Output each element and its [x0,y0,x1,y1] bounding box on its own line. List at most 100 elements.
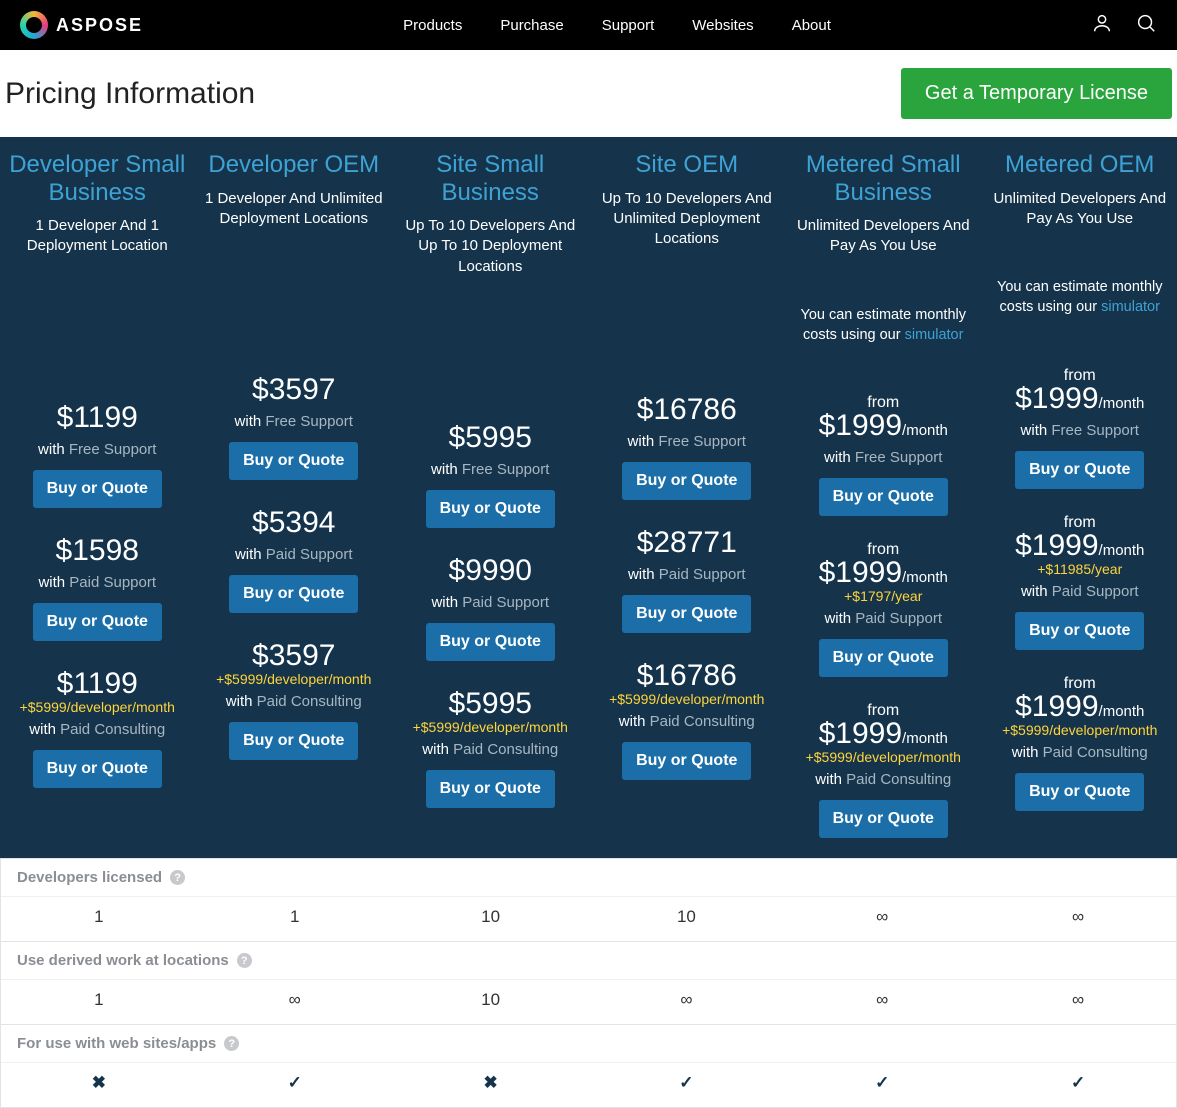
support-type: Paid Support [69,574,156,591]
support-line: with Paid Consulting [6,721,189,738]
buy-button[interactable]: Buy or Quote [229,575,358,613]
price-addon: +$5999/developer/month [203,671,386,687]
buy-button[interactable]: Buy or Quote [622,462,751,500]
price-period: /month [1099,395,1145,412]
page-title: Pricing Information [5,77,255,111]
help-icon[interactable]: ? [170,870,185,885]
buy-button[interactable]: Buy or Quote [819,800,948,838]
support-line: with Paid Support [6,574,189,591]
feature-cell: ∞ [784,990,980,1010]
simulator-link[interactable]: simulator [1101,299,1160,315]
help-icon[interactable]: ? [237,953,252,968]
buy-button[interactable]: Buy or Quote [33,603,162,641]
support-line: with Paid Support [989,583,1172,600]
plan-2: Site Small BusinessUp To 10 Developers A… [393,137,588,858]
buy-button[interactable]: Buy or Quote [622,742,751,780]
buy-button[interactable]: Buy or Quote [1015,451,1144,489]
price-addon: +$5999/developer/month [792,749,975,765]
support-type: Free Support [265,413,353,430]
price: $9990 [449,554,532,588]
buy-button[interactable]: Buy or Quote [426,770,555,808]
support-type: Free Support [658,433,746,450]
feature-label-text: For use with web sites/apps [17,1035,216,1052]
price: $16786 [637,659,737,693]
buy-button[interactable]: Buy or Quote [819,639,948,677]
buy-button[interactable]: Buy or Quote [229,442,358,480]
support-line: with Paid Support [596,566,779,583]
simulator-link[interactable]: simulator [905,327,964,343]
buy-button[interactable]: Buy or Quote [622,595,751,633]
plan-0: Developer Small Business1 Developer And … [0,137,195,858]
topbar: ASPOSE Products Purchase Support Websites Ab… [0,0,1177,50]
tier-1: $1598with Paid SupportBuy or Quote [6,534,189,641]
tier-0: from$1999/monthwith Free SupportBuy or Q… [989,368,1172,489]
feature-cell: ✓ [784,1073,980,1093]
plan-title[interactable]: Metered OEM [989,151,1172,179]
plan-title[interactable]: Metered Small Business [792,151,975,206]
support-line: with Paid Consulting [989,744,1172,761]
price: $1999 [819,556,902,590]
buy-button[interactable]: Buy or Quote [426,623,555,661]
plan-desc: Unlimited Developers And Pay As You Use [989,189,1172,230]
brand-name: ASPOSE [56,15,143,36]
support-line: with Paid Consulting [792,771,975,788]
cross-icon: ✖ [92,1073,106,1093]
price: $1199 [57,401,138,435]
tier-1: from$1999/month+$1797/yearwith Paid Supp… [792,542,975,677]
header-actions [1091,12,1157,39]
buy-button[interactable]: Buy or Quote [33,470,162,508]
price-period: /month [1099,542,1145,559]
temporary-license-button[interactable]: Get a Temporary License [901,68,1172,119]
plan-3: Site OEMUp To 10 Developers And Unlimite… [590,137,785,858]
price: $28771 [637,526,737,560]
plan-title[interactable]: Developer OEM [203,151,386,179]
support-line: with Paid Consulting [596,713,779,730]
buy-button[interactable]: Buy or Quote [33,750,162,788]
title-bar: Pricing Information Get a Temporary Lice… [0,50,1177,137]
support-type: Paid Consulting [1043,744,1148,761]
price: $5394 [252,506,335,540]
support-line: with Paid Consulting [203,693,386,710]
support-line: with Paid Support [792,610,975,627]
buy-button[interactable]: Buy or Quote [1015,612,1144,650]
support-type: Paid Support [855,610,942,627]
tier-2: from$1999/month+$5999/developer/monthwit… [989,676,1172,811]
help-icon[interactable]: ? [224,1036,239,1051]
check-icon: ✓ [288,1073,302,1093]
feature-label-1: Use derived work at locations? [1,941,1176,979]
support-type: Free Support [855,449,943,466]
buy-button[interactable]: Buy or Quote [819,478,948,516]
user-icon[interactable] [1091,12,1113,39]
check-icon: ✓ [679,1073,693,1093]
buy-button[interactable]: Buy or Quote [229,722,358,760]
nav-products[interactable]: Products [403,17,462,34]
nav-support[interactable]: Support [602,17,655,34]
nav-websites[interactable]: Websites [692,17,753,34]
tier-1: $28771 with Paid Support Buy or Quote [596,526,779,633]
brand-logo[interactable]: ASPOSE [20,11,143,39]
support-line: with Paid Consulting [399,741,582,758]
plan-title[interactable]: Site OEM [596,151,779,179]
plan-title[interactable]: Developer Small Business [6,151,189,206]
feature-cell: 1 [1,907,197,927]
tier-0: $16786with Free SupportBuy or Quote [596,393,779,500]
support-line: with Free Support [399,461,582,478]
support-type: Free Support [69,441,157,458]
cross-icon: ✖ [483,1073,497,1093]
plan-title[interactable]: Site Small Business [399,151,582,206]
buy-button[interactable]: Buy or Quote [426,490,555,528]
nav-purchase[interactable]: Purchase [500,17,563,34]
search-icon[interactable] [1135,12,1157,39]
feature-cell: 1 [1,990,197,1010]
support-type: Paid Consulting [650,713,755,730]
plan-desc: Unlimited Developers And Pay As You Use [792,216,975,257]
nav-about[interactable]: About [792,17,831,34]
price: $16786 [637,393,737,427]
tier-2: $16786+$5999/developer/monthwith Paid Co… [596,659,779,780]
tier-1: from$1999/month+$11985/yearwith Paid Sup… [989,515,1172,650]
check-icon: ✓ [1071,1073,1085,1093]
feature-cell: 10 [393,907,589,927]
buy-button[interactable]: Buy or Quote [1015,773,1144,811]
price-period: /month [902,730,948,747]
support-type: Free Support [1051,422,1139,439]
